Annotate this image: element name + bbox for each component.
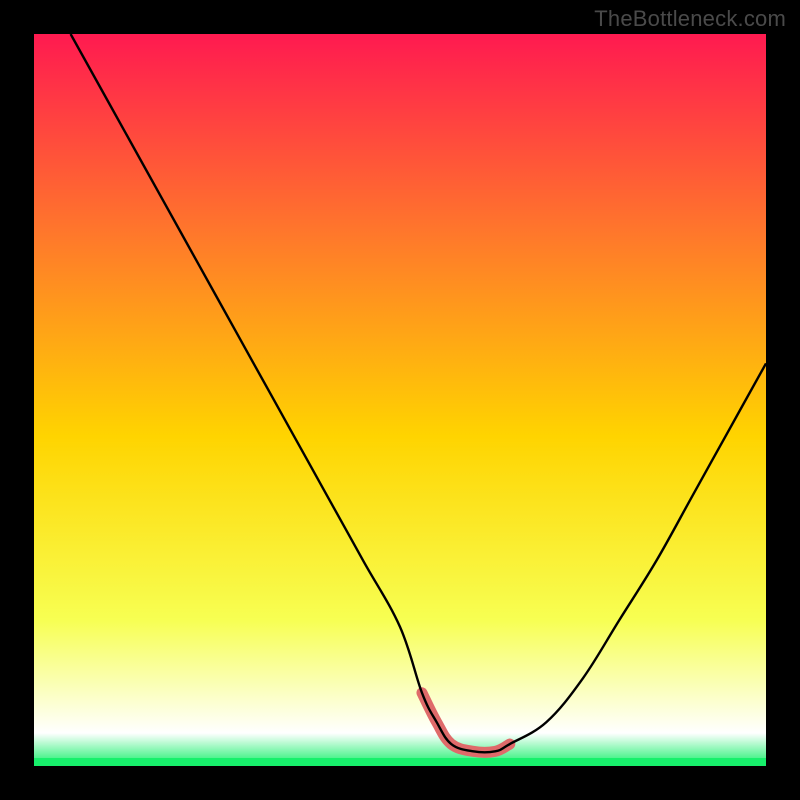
chart-frame: TheBottleneck.com: [0, 0, 800, 800]
chart-stage: [34, 34, 766, 766]
gradient-background: [34, 34, 766, 766]
watermark-label: TheBottleneck.com: [594, 6, 786, 32]
chart-svg: [34, 34, 766, 766]
green-baseline-strip: [34, 758, 766, 766]
